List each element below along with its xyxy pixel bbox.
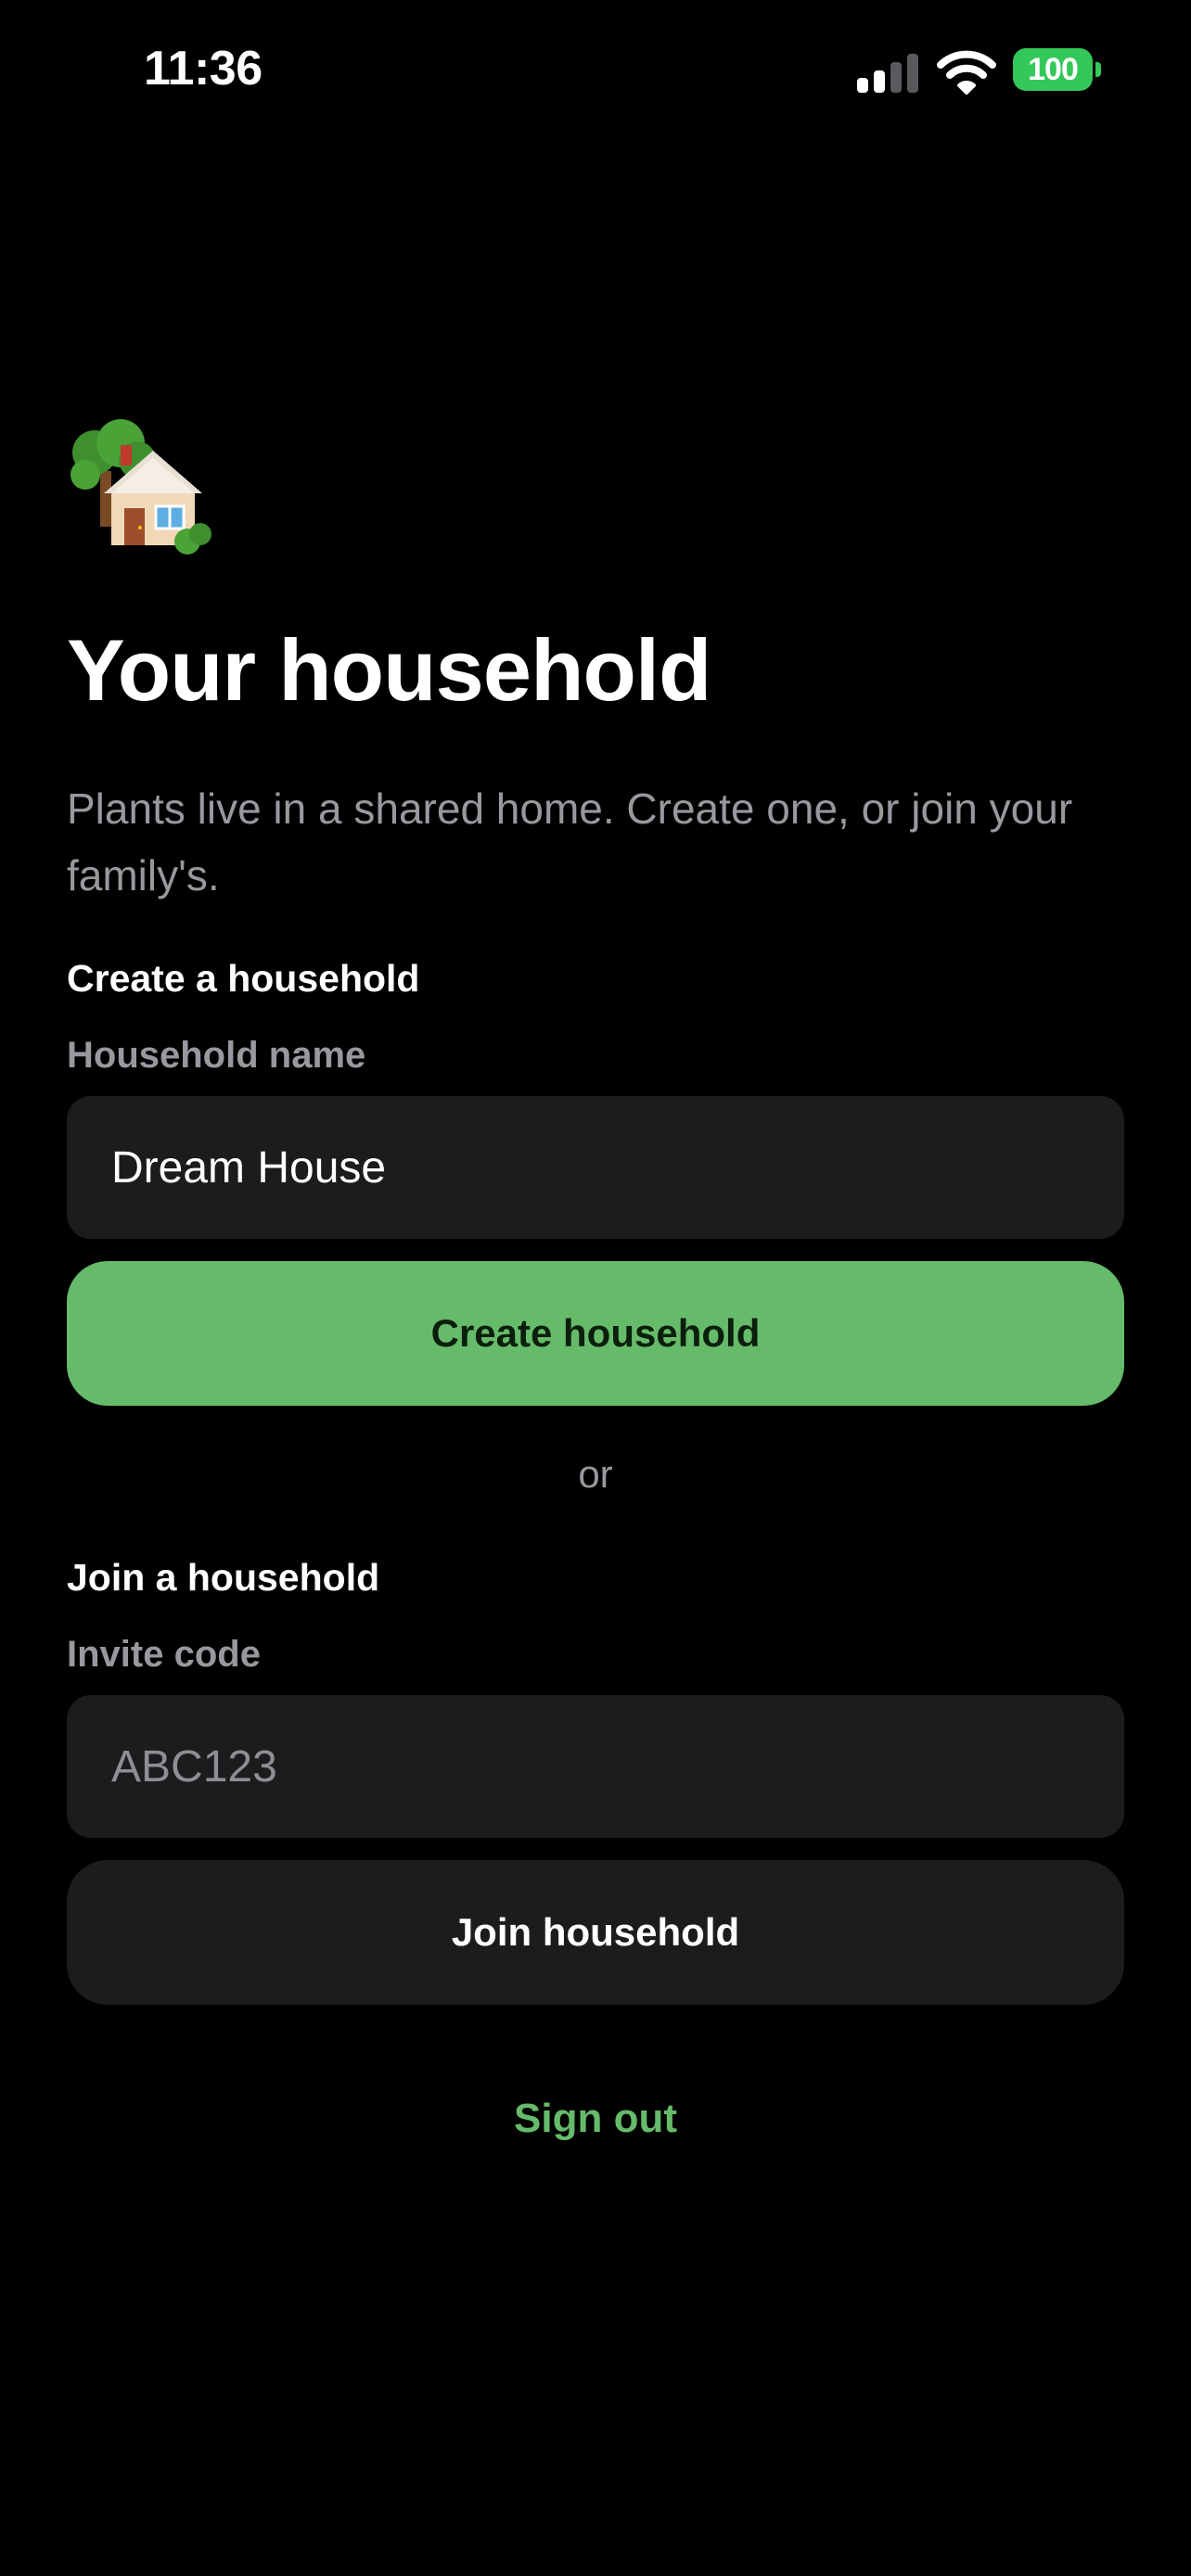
page-title: Your household (67, 621, 711, 719)
create-section-heading: Create a household (67, 957, 420, 1000)
sign-out-link[interactable]: Sign out (0, 2096, 1191, 2142)
status-time: 11:36 (144, 42, 263, 96)
wifi-icon (937, 48, 996, 95)
invite-code-input[interactable] (67, 1695, 1124, 1838)
join-section-heading: Join a household (67, 1556, 380, 1599)
household-name-input[interactable] (67, 1096, 1124, 1239)
create-household-button[interactable]: Create household (67, 1261, 1124, 1406)
join-household-button-label: Join household (451, 1910, 740, 1954)
battery-level: 100 (1013, 48, 1093, 91)
join-household-button[interactable]: Join household (67, 1860, 1124, 2005)
cellular-signal-icon (855, 52, 918, 93)
house-with-garden-icon (67, 415, 215, 555)
create-household-button-label: Create household (430, 1311, 761, 1355)
household-name-label: Household name (67, 1035, 366, 1076)
status-bar: 11:36 100 (0, 0, 1191, 139)
battery-icon: 100 (1013, 48, 1102, 91)
or-divider: or (578, 1452, 613, 1496)
invite-code-label: Invite code (67, 1634, 261, 1675)
page-subtitle: Plants live in a shared home. Create one… (67, 784, 1073, 899)
